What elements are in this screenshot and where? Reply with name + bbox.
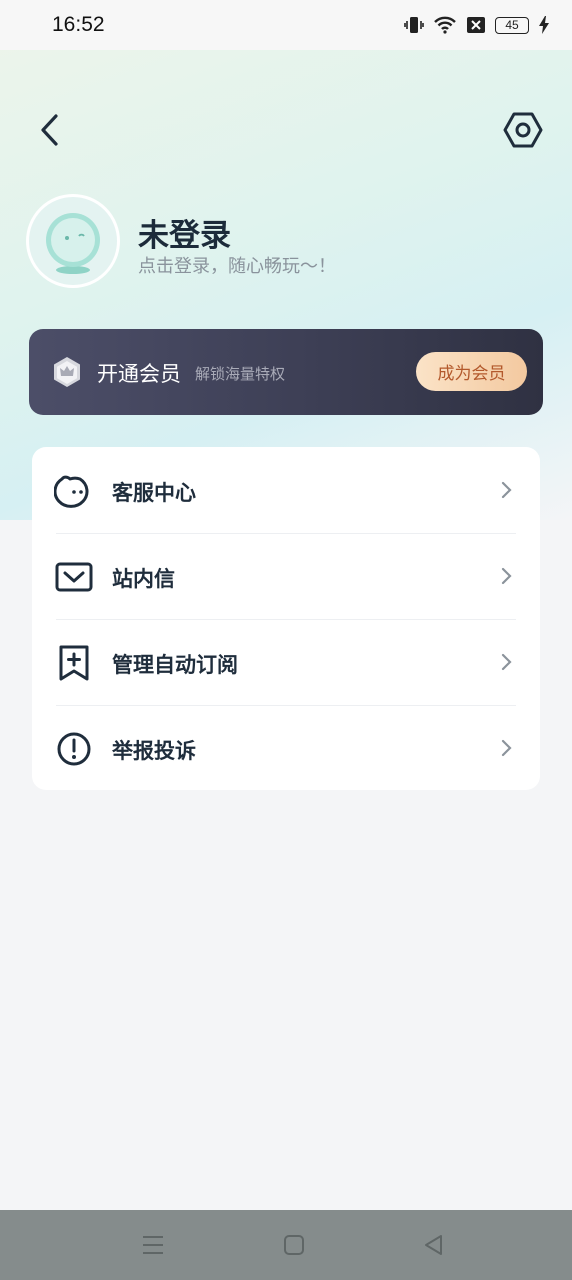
menu-item-label: 举报投诉	[112, 739, 196, 763]
vip-banner[interactable]: 开通会员 解锁海量特权 成为会员	[29, 329, 543, 415]
menu-item-auto-subscribe[interactable]: 管理自动订阅	[32, 619, 540, 705]
system-nav-bar	[0, 1210, 572, 1280]
menu-item-label: 客服中心	[112, 481, 196, 505]
become-member-button[interactable]: 成为会员	[416, 352, 527, 391]
chevron-right-icon	[501, 653, 512, 671]
vibrate-icon	[404, 17, 424, 33]
alert-circle-icon	[57, 732, 91, 766]
mascot-avatar-icon	[46, 213, 100, 274]
customer-service-icon	[54, 475, 89, 508]
vip-title: 开通会员	[97, 362, 181, 386]
menu-card: 客服中心 站内信 管理自动订阅 举报投诉	[32, 447, 540, 790]
back-triangle-icon[interactable]	[421, 1232, 447, 1258]
status-bar: 16:52 45	[0, 0, 572, 50]
menu-item-report[interactable]: 举报投诉	[32, 705, 540, 791]
menu-icon[interactable]	[140, 1232, 166, 1258]
battery-icon: 45	[495, 16, 529, 34]
chevron-right-icon	[501, 481, 512, 499]
status-time: 16:52	[52, 13, 105, 36]
menu-item-label: 站内信	[112, 567, 175, 591]
inbox-icon	[55, 562, 93, 592]
bookmark-plus-icon	[59, 645, 89, 681]
wifi-icon	[434, 16, 456, 34]
profile-subtitle[interactable]: 点击登录，随心畅玩～！	[138, 252, 336, 278]
charging-icon	[539, 16, 549, 34]
chevron-right-icon	[501, 739, 512, 757]
crown-badge-icon	[54, 357, 80, 387]
menu-item-label: 管理自动订阅	[112, 653, 238, 677]
menu-item-inbox[interactable]: 站内信	[32, 533, 540, 619]
home-square-icon[interactable]	[281, 1232, 307, 1258]
vip-description: 解锁海量特权	[195, 365, 286, 383]
menu-item-customer-service[interactable]: 客服中心	[32, 447, 540, 533]
profile-section[interactable]: 未登录 点击登录，随心畅玩～！	[26, 194, 546, 290]
sim-x-icon	[467, 17, 485, 33]
back-button[interactable]	[34, 111, 68, 149]
settings-button[interactable]	[502, 109, 544, 151]
profile-name[interactable]: 未登录	[138, 210, 231, 255]
chevron-right-icon	[501, 567, 512, 585]
top-nav	[0, 105, 572, 155]
avatar[interactable]	[26, 194, 120, 288]
status-icons: 45	[404, 16, 550, 34]
